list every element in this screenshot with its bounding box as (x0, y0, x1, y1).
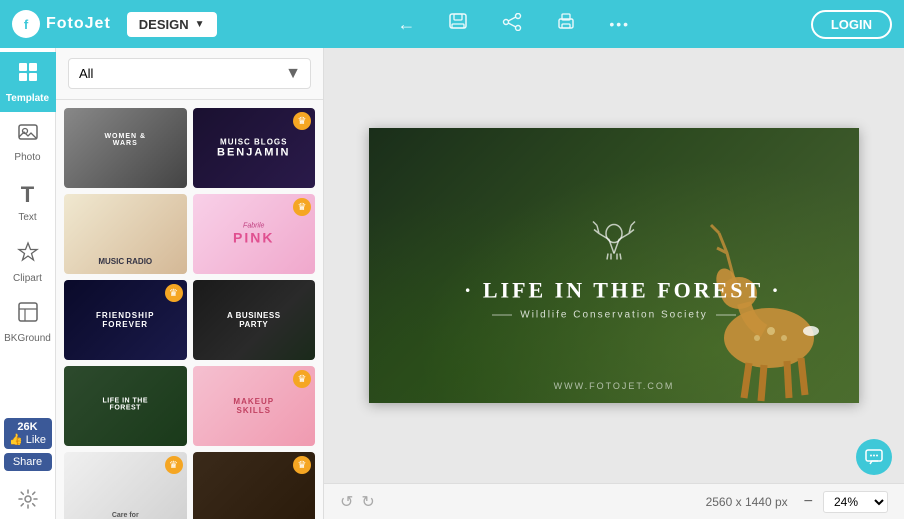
template-item-8[interactable]: ♛ MAKEUP SKILLS (193, 366, 316, 446)
text-icon: T (21, 182, 34, 208)
premium-badge-8: ♛ (293, 370, 311, 388)
logo-text: FotoJet (46, 15, 111, 33)
template-item-6[interactable]: A BUSINESSPARTY (193, 280, 316, 360)
canvas-bottom-bar: ↺ ↻ 2560 x 1440 px − 24% 50% 75% 100% + (324, 483, 904, 519)
template-icon (17, 61, 39, 89)
template-item-1[interactable]: WOMEN & WARS (64, 108, 187, 188)
zoom-out-button[interactable]: − (800, 493, 817, 511)
share-button[interactable]: Share (4, 453, 52, 471)
more-icon[interactable]: ••• (609, 16, 630, 32)
main-layout: Template Photo T Text Clipart BKGround (0, 48, 904, 519)
undo-button[interactable]: ↺ (340, 492, 353, 512)
zoom-select[interactable]: 24% 50% 75% 100% (823, 491, 888, 513)
canvas-subtitle: Wildlife Conservation Society (464, 309, 764, 320)
like-button[interactable]: 👍 Like (7, 433, 49, 446)
bkground-label: BKGround (4, 333, 51, 344)
template-item-10[interactable]: ♛ (193, 452, 316, 519)
premium-badge-5: ♛ (165, 284, 183, 302)
print-icon[interactable] (555, 12, 577, 37)
login-button[interactable]: LOGIN (811, 10, 892, 39)
photo-label: Photo (14, 152, 40, 163)
template-item-5[interactable]: ♛ FRIENDSHIPFOREVER (64, 280, 187, 360)
zoom-controls: − 24% 50% 75% 100% + (800, 491, 888, 513)
sidebar-item-clipart[interactable]: Clipart (0, 232, 56, 292)
canvas-content: · LIFE IN THE FOREST · Wildlife Conserva… (324, 48, 904, 483)
template-label: Template (6, 93, 49, 104)
chat-button[interactable] (856, 439, 892, 475)
like-count: 26K (7, 421, 49, 433)
category-select[interactable]: All Blog YouTube Social Media (68, 58, 311, 89)
template-item-9[interactable]: ♛ Care foryour cat (64, 452, 187, 519)
canvas-main-title: · LIFE IN THE FOREST · (464, 277, 764, 303)
logo: f FotoJet (12, 10, 111, 38)
social-section: 26K 👍 Like Share (4, 418, 52, 471)
canvas-text-overlay: · LIFE IN THE FOREST · Wildlife Conserva… (464, 211, 764, 320)
template-grid: WOMEN & WARS ♛ MUISC BLOGS BENJAMIN MUSI… (56, 100, 323, 519)
undo-redo-controls: ↺ ↻ (340, 492, 375, 512)
header: f FotoJet DESIGN ▼ ← ••• LOGIN (0, 0, 904, 48)
canvas-size: 2560 x 1440 px (706, 495, 788, 509)
template-item-4[interactable]: ♛ Fabrile PINK (193, 194, 316, 274)
facebook-like-box[interactable]: 26K 👍 Like (4, 418, 52, 449)
sidebar-item-bkground[interactable]: BKGround (0, 292, 56, 352)
premium-badge-10: ♛ (293, 456, 311, 474)
text-label: Text (18, 212, 36, 223)
filter-wrapper: All Blog YouTube Social Media ▼ (68, 58, 311, 89)
premium-badge-9: ♛ (165, 456, 183, 474)
share-icon[interactable] (501, 13, 523, 36)
sidebar-item-template[interactable]: Template (0, 52, 56, 112)
header-tools: ← ••• (217, 12, 811, 37)
redo-button[interactable]: ↻ (361, 492, 374, 512)
save-icon[interactable] (447, 12, 469, 37)
sidebar-item-text[interactable]: T Text (0, 172, 56, 232)
deer-icon (464, 211, 764, 269)
photo-icon (17, 122, 39, 148)
premium-badge: ♛ (293, 112, 311, 130)
template-panel: All Blog YouTube Social Media ▼ WOMEN & … (56, 48, 324, 519)
clipart-icon (17, 241, 39, 269)
canvas-image: · LIFE IN THE FOREST · Wildlife Conserva… (369, 128, 859, 403)
design-button[interactable]: DESIGN ▼ (127, 12, 217, 37)
filter-section: All Blog YouTube Social Media ▼ (56, 48, 323, 100)
sidebar: Template Photo T Text Clipart BKGround (0, 48, 56, 519)
clipart-label: Clipart (13, 273, 42, 284)
back-icon[interactable]: ← (397, 14, 415, 35)
bkground-icon (17, 301, 39, 329)
canvas-url: WWW.FOTOJET.COM (554, 381, 675, 391)
design-chevron-icon: ▼ (195, 19, 205, 30)
premium-badge-4: ♛ (293, 198, 311, 216)
canvas-area: · LIFE IN THE FOREST · Wildlife Conserva… (324, 48, 904, 519)
settings-icon[interactable] (0, 479, 56, 519)
template-item-7[interactable]: LIFE IN THE FOREST (64, 366, 187, 446)
template-item-2[interactable]: ♛ MUISC BLOGS BENJAMIN (193, 108, 316, 188)
sidebar-item-photo[interactable]: Photo (0, 112, 56, 172)
template-item-3[interactable]: MUSIC RADIO (64, 194, 187, 274)
logo-icon: f (12, 10, 40, 38)
